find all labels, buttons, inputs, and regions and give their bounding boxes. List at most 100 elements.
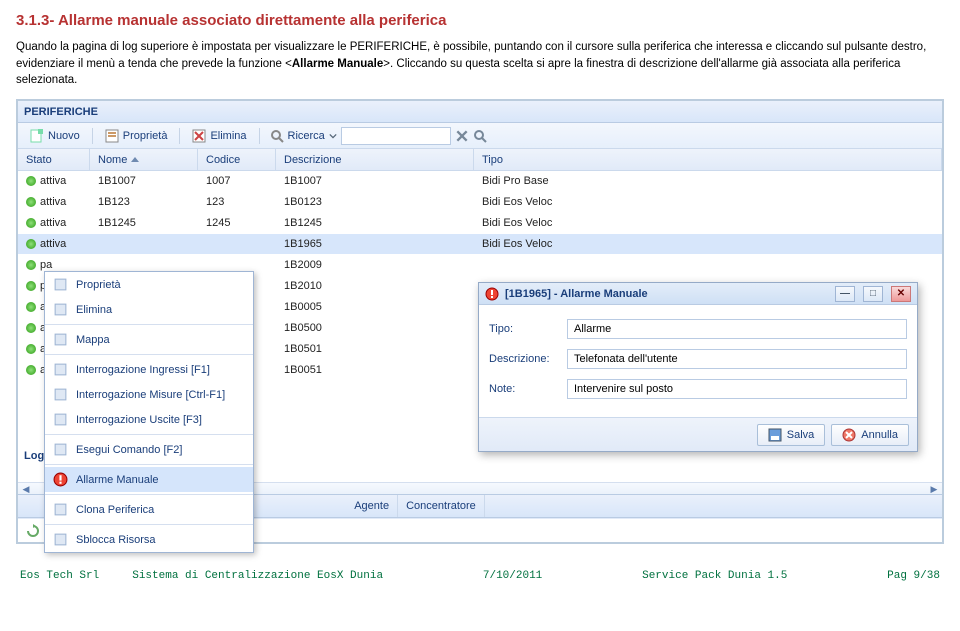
status-dot-icon <box>26 281 36 291</box>
table-row[interactable]: attiva1B1965Bidi Eos Veloc <box>18 234 942 255</box>
col-codice[interactable]: Codice <box>198 149 276 170</box>
note-input[interactable] <box>567 379 907 399</box>
descr-label: Descrizione: <box>489 353 567 365</box>
toolbar-sep <box>259 128 260 144</box>
search-icon <box>270 129 284 143</box>
status-dot-icon <box>26 176 36 186</box>
menu-icon <box>53 532 68 547</box>
search-go-icon[interactable] <box>473 129 487 143</box>
properties-icon <box>105 129 119 143</box>
panel-header: PERIFERICHE <box>18 101 942 123</box>
col-nome[interactable]: Nome <box>90 149 198 170</box>
codice-value: 123 <box>198 196 276 208</box>
col-tipo[interactable]: Tipo <box>474 149 942 170</box>
stato-value: attiva <box>40 175 66 187</box>
menu-label: Clona Periferica <box>76 504 154 516</box>
table-row[interactable]: attiva1B124512451B1245Bidi Eos Veloc <box>18 213 942 234</box>
new-icon <box>30 129 44 143</box>
refresh-icon[interactable] <box>26 524 40 538</box>
menu-label: Interrogazione Ingressi [F1] <box>76 364 210 376</box>
menu-icon <box>53 387 68 402</box>
col-descrizione[interactable]: Descrizione <box>276 149 474 170</box>
panel-title: PERIFERICHE <box>24 106 98 118</box>
tipo-input[interactable] <box>567 319 907 339</box>
table-row[interactable]: attiva1B100710071B1007Bidi Pro Base <box>18 171 942 192</box>
col-stato[interactable]: Stato <box>18 149 90 170</box>
descr-value: 1B1245 <box>276 217 474 229</box>
annulla-button[interactable]: Annulla <box>831 424 909 446</box>
status-dot-icon <box>26 260 36 270</box>
descr-value: 1B0123 <box>276 196 474 208</box>
menu-separator <box>45 354 253 355</box>
descr-input[interactable] <box>567 349 907 369</box>
descr-value: 1B1007 <box>276 175 474 187</box>
salva-label: Salva <box>787 429 815 441</box>
delete-icon <box>192 129 206 143</box>
menu-item[interactable]: Sblocca Risorsa <box>45 527 253 552</box>
context-menu: Proprietà Elimina Mappa Interrogazione Ingr… <box>44 271 254 553</box>
nuovo-button[interactable]: Nuovo <box>24 127 86 145</box>
col-concentratore: Concentratore <box>398 495 485 517</box>
menu-separator <box>45 324 253 325</box>
elimina-label: Elimina <box>210 130 246 142</box>
sort-asc-icon <box>131 157 139 162</box>
search-input[interactable] <box>341 127 451 145</box>
maximize-button[interactable]: □ <box>863 286 883 302</box>
menu-separator <box>45 434 253 435</box>
close-button[interactable]: ✕ <box>891 286 911 302</box>
status-dot-icon <box>26 218 36 228</box>
salva-button[interactable]: Salva <box>757 424 826 446</box>
footer-right2: Pag 9/38 <box>887 570 940 582</box>
section-body: Quando la pagina di log superiore è impo… <box>16 39 944 89</box>
nome-value: 1B1245 <box>90 217 198 229</box>
menu-label: Mappa <box>76 334 110 346</box>
descr-value: 1B1965 <box>276 238 474 250</box>
menu-item[interactable]: Mappa <box>45 327 253 352</box>
dialog-titlebar[interactable]: [1B1965] - Allarme Manuale — □ ✕ <box>479 283 917 305</box>
menu-icon <box>53 362 68 377</box>
status-dot-icon <box>26 239 36 249</box>
status-dot-icon <box>26 344 36 354</box>
proprieta-button[interactable]: Proprietà <box>99 127 174 145</box>
menu-icon <box>53 502 68 517</box>
menu-item[interactable]: Interrogazione Uscite [F3] <box>45 407 253 432</box>
proprieta-label: Proprietà <box>123 130 168 142</box>
status-dot-icon <box>26 197 36 207</box>
menu-item[interactable]: Elimina <box>45 297 253 322</box>
ricerca-label: Ricerca <box>288 130 325 142</box>
menu-label: Elimina <box>76 304 112 316</box>
footer-right1: Service Pack Dunia 1.5 <box>642 570 787 582</box>
allarme-manuale-dialog: [1B1965] - Allarme Manuale — □ ✕ Tipo: D… <box>478 282 918 452</box>
menu-item[interactable]: Proprietà <box>45 272 253 297</box>
table-row[interactable]: attiva1B1231231B0123Bidi Eos Veloc <box>18 192 942 213</box>
descr-value: 1B0500 <box>276 322 474 334</box>
alert-icon <box>485 287 499 301</box>
menu-label: Esegui Comando [F2] <box>76 444 182 456</box>
menu-item[interactable]: Esegui Comando [F2] <box>45 437 253 462</box>
save-icon <box>768 428 782 442</box>
menu-item[interactable]: Clona Periferica <box>45 497 253 522</box>
menu-icon <box>53 442 68 457</box>
elimina-button[interactable]: Elimina <box>186 127 252 145</box>
clear-icon[interactable] <box>455 129 469 143</box>
menu-item[interactable]: Interrogazione Misure [Ctrl-F1] <box>45 382 253 407</box>
footer-left: Eos Tech Srl Sistema di Centralizzazione… <box>20 570 383 582</box>
menu-icon <box>53 332 68 347</box>
status-dot-icon <box>26 302 36 312</box>
tipo-value: Bidi Pro Base <box>474 175 942 187</box>
stato-value: attiva <box>40 217 66 229</box>
menu-label: Proprietà <box>76 279 121 291</box>
menu-separator <box>45 464 253 465</box>
grid-header: Stato Nome Codice Descrizione Tipo <box>18 149 942 171</box>
stato-value: pa <box>40 259 52 271</box>
minimize-button[interactable]: — <box>835 286 855 302</box>
nome-value: 1B1007 <box>90 175 198 187</box>
toolbar: Nuovo Proprietà Elimina Ricerca <box>18 123 942 149</box>
note-label: Note: <box>489 383 567 395</box>
menu-item[interactable]: Allarme Manuale <box>45 467 253 492</box>
chevron-down-icon[interactable] <box>329 132 337 140</box>
nome-value: 1B123 <box>90 196 198 208</box>
stato-value: attiva <box>40 196 66 208</box>
menu-item[interactable]: Interrogazione Ingressi [F1] <box>45 357 253 382</box>
footer-mid: 7/10/2011 <box>483 570 542 582</box>
